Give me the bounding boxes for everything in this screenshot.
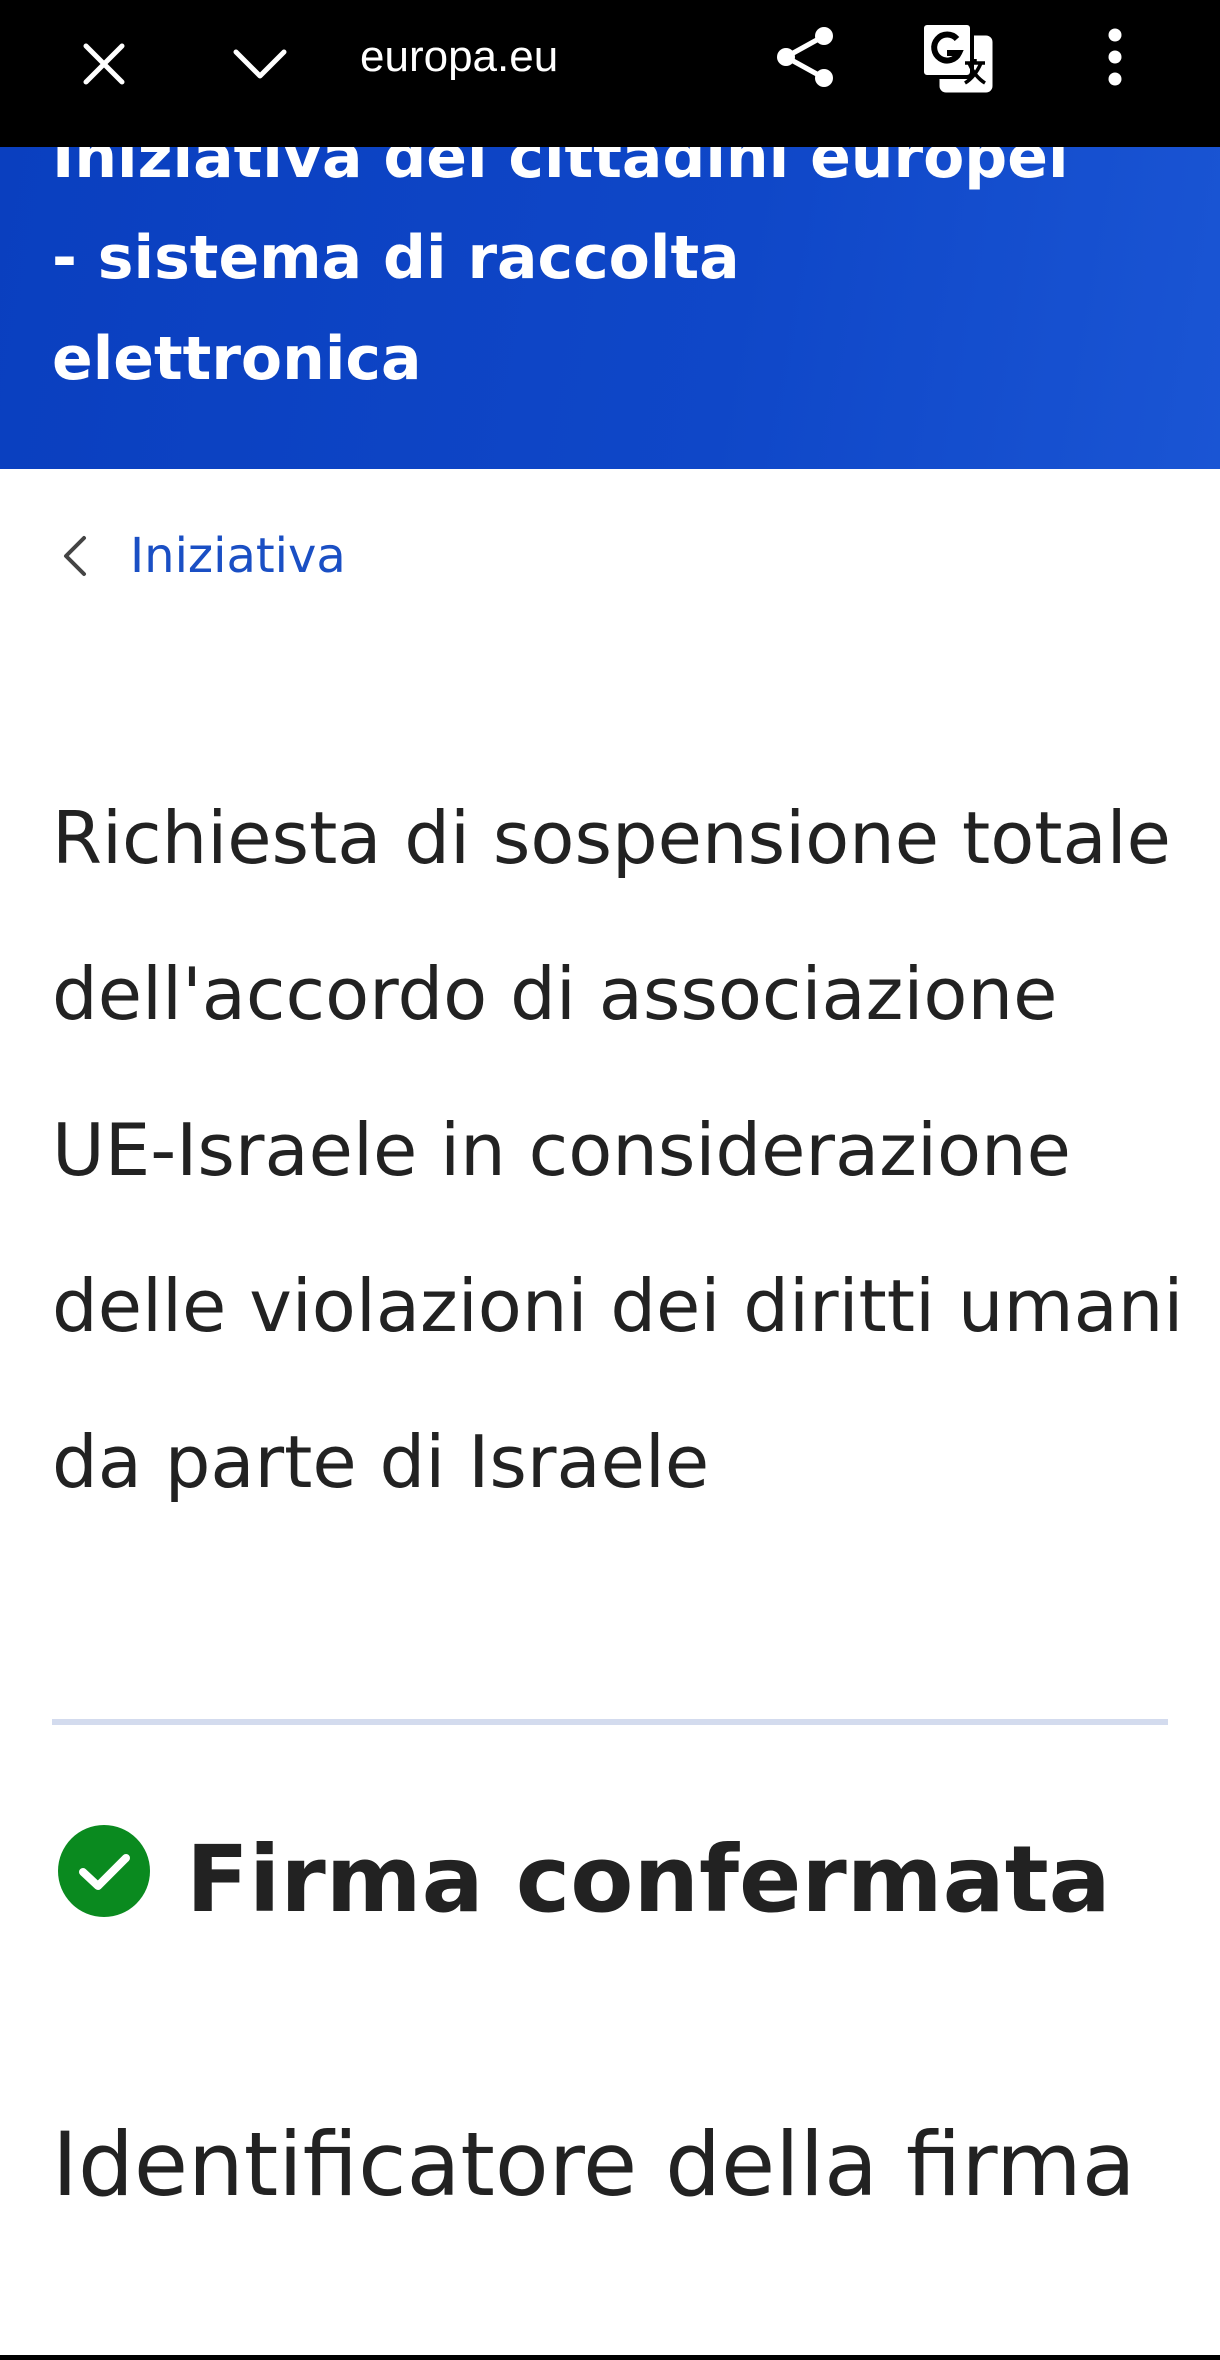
chevron-left-icon <box>64 536 86 576</box>
chevron-down-icon <box>233 49 287 79</box>
site-banner: Iniziativa dei cittadini europei - siste… <box>0 147 1220 469</box>
bottom-edge <box>0 2355 1220 2360</box>
back-link[interactable]: Iniziativa <box>52 520 346 592</box>
signature-id-heading: Identificatore della firma <box>52 2113 1136 2216</box>
translate-icon <box>920 21 993 93</box>
site-title-line: - sistema di raccolta <box>52 223 740 293</box>
browser-toolbar: europa.eu <box>0 0 1220 147</box>
back-link-label: Iniziativa <box>130 528 346 584</box>
more-options-button[interactable] <box>1080 17 1150 97</box>
translate-button[interactable] <box>915 15 999 99</box>
close-icon <box>83 43 125 85</box>
more-vert-icon <box>1108 28 1122 86</box>
minimize-button[interactable] <box>220 24 300 104</box>
status-label: Firma confermata <box>186 1826 1111 1933</box>
site-title: Iniziativa dei cittadini europei - siste… <box>52 147 1202 410</box>
share-button[interactable] <box>765 17 845 97</box>
divider <box>52 1719 1168 1725</box>
site-title-line: Iniziativa dei cittadini europei <box>52 147 1069 192</box>
signature-status: Firma confermata <box>56 1815 1111 1945</box>
url-display[interactable]: europa.eu <box>360 22 740 92</box>
share-icon <box>777 27 833 87</box>
close-tab-button[interactable] <box>64 24 144 104</box>
initiative-title: Richiesta di sospensione totale dell'acc… <box>52 796 1184 1504</box>
check-circle-icon <box>58 1825 150 1917</box>
site-title-line: elettronica <box>52 324 422 394</box>
